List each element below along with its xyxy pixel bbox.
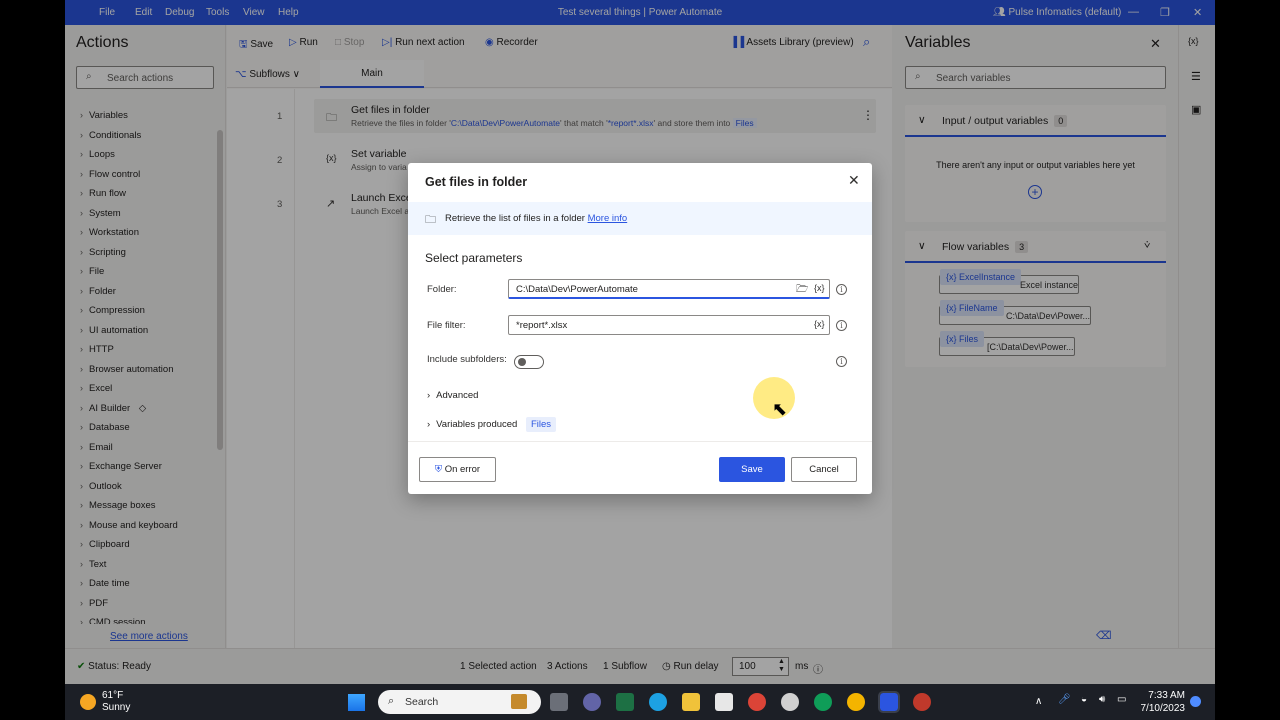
dialog-footer: ⛨︎ On error Save Cancel	[408, 441, 872, 494]
chrome-profile-icon[interactable]	[814, 693, 832, 711]
chevron-up-icon[interactable]: ∧	[1035, 696, 1042, 707]
info-icon[interactable]: i	[836, 356, 847, 367]
windows-taskbar: 61°F Sunny ⌕ Search ∧ 🎤︎ ◒ 🔊︎ ▭ 7:33 AM …	[65, 684, 1215, 720]
folder-input[interactable]: C:\Data\Dev\PowerAutomate 🗁︎ {x}	[508, 279, 830, 299]
wifi-icon[interactable]: ◒	[1081, 694, 1087, 705]
folder-icon: 🗀︎	[425, 214, 436, 226]
variables-produced-label: Variables produced	[436, 419, 518, 430]
info-icon[interactable]: i	[836, 320, 847, 331]
battery-icon[interactable]: ▭	[1117, 694, 1126, 705]
info-text: Retrieve the list of files in a folder	[445, 213, 585, 224]
file-filter-label: File filter:	[427, 320, 466, 331]
notification-icon[interactable]	[1190, 696, 1201, 707]
temperature: 61°F	[102, 690, 124, 701]
file-explorer-icon[interactable]	[682, 693, 700, 711]
recorder-app-icon[interactable]	[913, 693, 931, 711]
task-view-icon[interactable]	[550, 693, 568, 711]
folder-label: Folder:	[427, 284, 457, 295]
advanced-expander[interactable]: › Advanced	[427, 390, 478, 401]
chat-icon[interactable]	[583, 693, 601, 711]
weather-text: Sunny	[102, 702, 131, 713]
more-info-link[interactable]: More info	[588, 213, 628, 224]
taskbar-search[interactable]: ⌕ Search	[378, 690, 541, 714]
insert-variable-icon[interactable]: {x}	[814, 319, 825, 329]
dialog-title: Get files in folder	[425, 175, 528, 189]
mouse-pointer-icon: ⬉	[772, 399, 788, 419]
weather-icon[interactable]	[80, 694, 96, 710]
clock-date[interactable]: 7/10/2023	[1133, 703, 1186, 714]
edge-icon[interactable]	[649, 693, 667, 711]
insert-variable-icon[interactable]: {x}	[814, 283, 825, 293]
browse-folder-icon[interactable]: 🗁︎	[796, 282, 808, 299]
chrome-icon[interactable]	[748, 693, 766, 711]
clock-app-icon[interactable]	[781, 693, 799, 711]
briefcase-icon	[511, 694, 527, 709]
include-subfolders-toggle[interactable]	[514, 355, 544, 369]
calendar-app-icon[interactable]	[715, 693, 733, 711]
chrome-profile-2-icon[interactable]	[847, 693, 865, 711]
microphone-icon[interactable]: 🎤︎	[1058, 694, 1071, 705]
section-title: Select parameters	[425, 251, 523, 265]
start-icon[interactable]	[348, 694, 365, 711]
cancel-button[interactable]: Cancel	[791, 457, 857, 482]
produced-variable-chip[interactable]: Files	[525, 417, 557, 432]
include-subfolders-label: Include subfolders:	[427, 354, 507, 365]
on-error-label: On error	[444, 464, 481, 475]
toggle-knob	[518, 358, 526, 366]
chevron-right-icon: ›	[427, 419, 431, 430]
save-dialog-button[interactable]: Save	[719, 457, 785, 482]
power-automate-taskbar-icon[interactable]	[878, 691, 900, 713]
excel-app-icon[interactable]	[616, 693, 634, 711]
file-filter-input[interactable]: *report*.xlsx {x}	[508, 315, 830, 335]
power-automate-window: File Edit Debug Tools View Help Test sev…	[65, 0, 1215, 684]
taskbar-search-label: Search	[405, 696, 439, 708]
variables-produced-expander[interactable]: › Variables produced Files	[427, 417, 557, 432]
dialog-info-banner: 🗀︎ Retrieve the list of files in a folde…	[408, 202, 872, 235]
advanced-label: Advanced	[436, 390, 479, 401]
on-error-button[interactable]: ⛨︎ On error	[419, 457, 496, 482]
search-icon: ⌕	[388, 695, 395, 707]
shield-icon: ⛨︎	[434, 464, 443, 475]
chevron-right-icon: ›	[427, 390, 431, 401]
file-filter-value: *report*.xlsx	[516, 320, 568, 331]
info-icon[interactable]: i	[836, 284, 847, 295]
get-files-dialog: Get files in folder ✕ 🗀︎ Retrieve the li…	[408, 163, 872, 494]
volume-icon[interactable]: 🔊︎	[1099, 694, 1105, 705]
folder-value: C:\Data\Dev\PowerAutomate	[516, 284, 638, 295]
close-dialog-icon[interactable]: ✕	[848, 172, 860, 189]
clock-time[interactable]: 7:33 AM	[1135, 690, 1185, 701]
